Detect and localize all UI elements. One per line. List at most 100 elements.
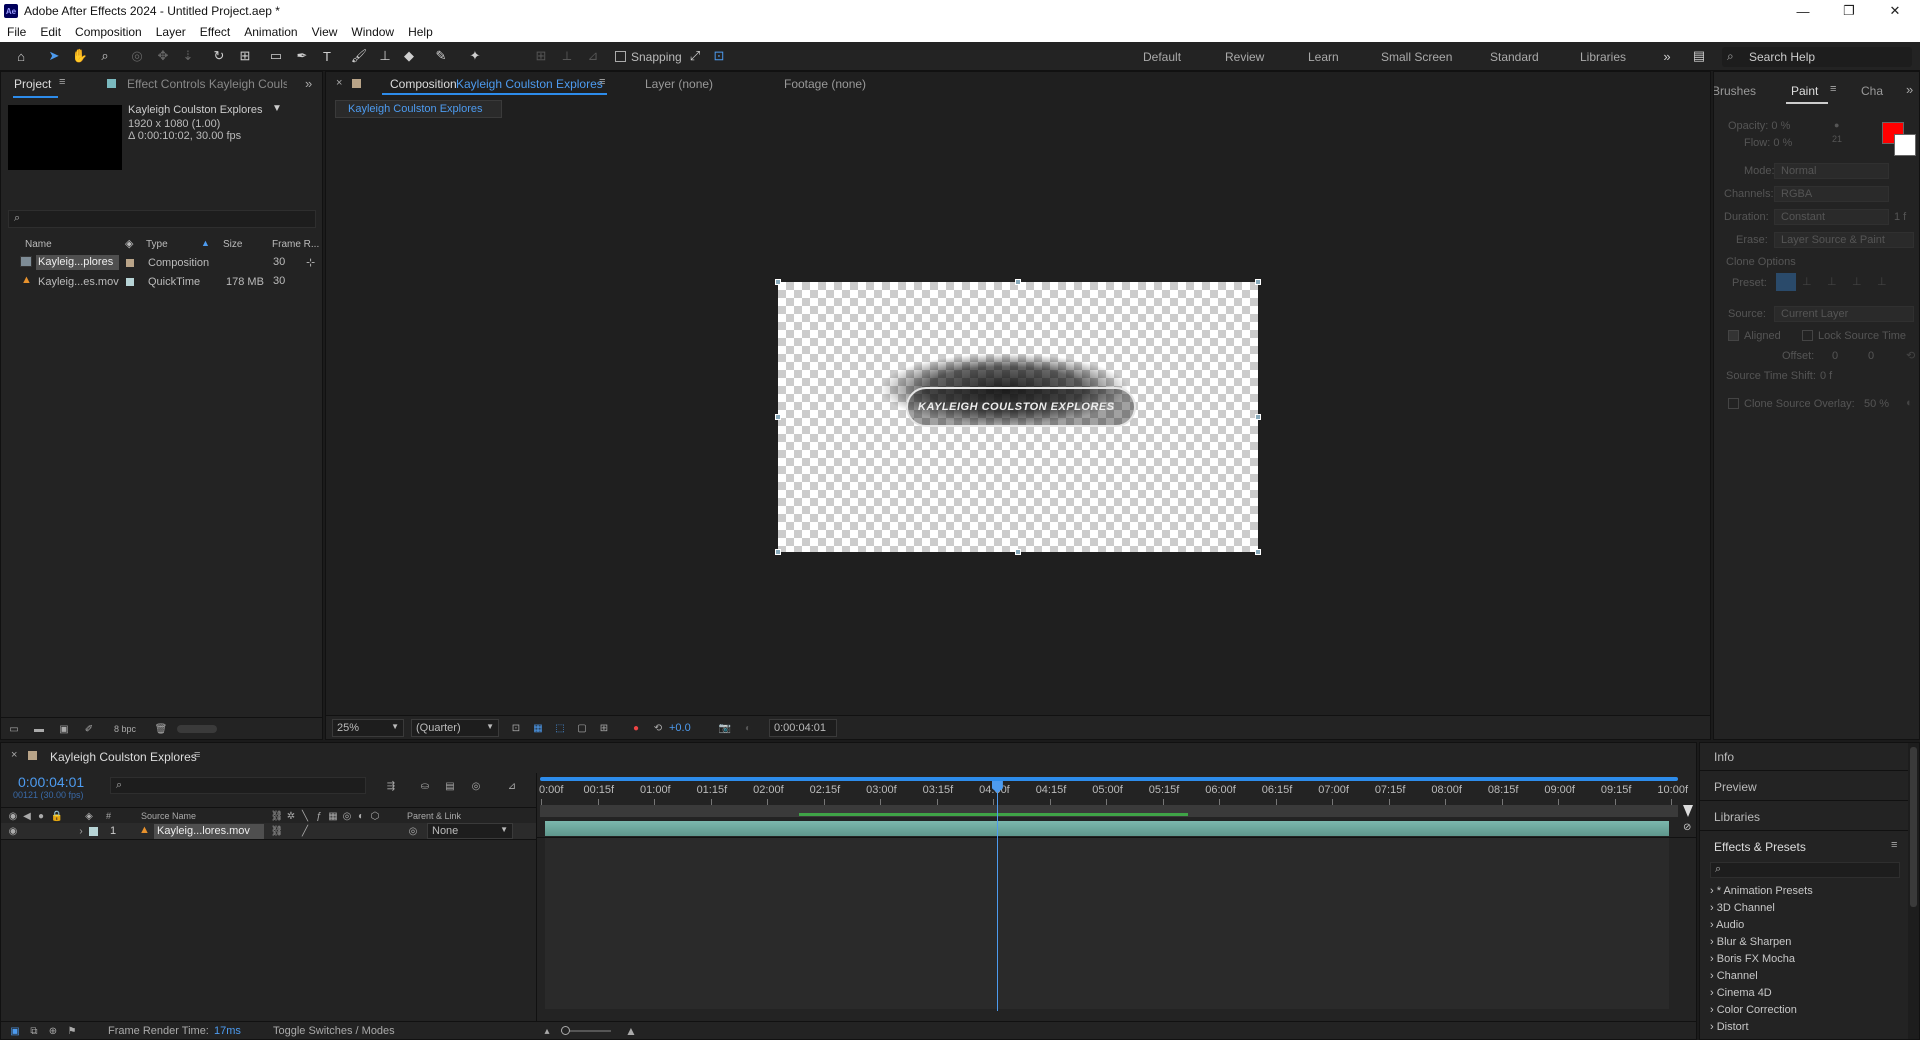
workspace-small-screen[interactable]: Small Screen: [1381, 50, 1452, 64]
quality-switch-icon[interactable]: ╲: [299, 810, 311, 822]
mask-visibility-icon[interactable]: ⬚: [554, 722, 566, 734]
interpret-footage-icon[interactable]: ▭: [8, 723, 20, 735]
transform-handle[interactable]: [1255, 549, 1261, 555]
transform-handle[interactable]: [1015, 549, 1021, 555]
column-source-name[interactable]: Source Name: [141, 811, 196, 821]
menu-view[interactable]: View: [312, 25, 338, 39]
tab-layer[interactable]: Layer (none): [645, 77, 713, 91]
background-color-swatch[interactable]: [1894, 134, 1916, 156]
timeline-search-input[interactable]: ⌕: [110, 777, 366, 794]
axis-icon[interactable]: ⟂: [558, 47, 576, 65]
video-visibility-icon[interactable]: ◉: [7, 810, 19, 822]
column-frame-rate[interactable]: Frame R...: [272, 239, 319, 250]
workspace-menu-icon[interactable]: ▤: [1690, 47, 1708, 65]
libraries-panel-tab[interactable]: Libraries: [1714, 810, 1760, 824]
clone-preset-3[interactable]: ⊥: [1827, 275, 1843, 289]
preview-panel-tab[interactable]: Preview: [1714, 780, 1757, 794]
layer-eye-icon[interactable]: ◉: [7, 825, 19, 837]
layer-expand-icon[interactable]: ›: [75, 825, 87, 837]
zoom-slider-knob[interactable]: [561, 1026, 570, 1035]
erase-dropdown[interactable]: Layer Source & Paint: [1774, 232, 1914, 248]
menu-animation[interactable]: Animation: [244, 25, 297, 39]
exposure-value[interactable]: +0.0: [669, 722, 691, 734]
effects-search-input[interactable]: ⌕: [1710, 862, 1900, 878]
frame-blend-switch-icon[interactable]: ▦: [327, 810, 339, 822]
column-size[interactable]: Size: [223, 239, 242, 250]
search-help-box[interactable]: ⌕ Search Help: [1722, 47, 1912, 67]
project-row-composition[interactable]: Kayleig...plores Composition 30 ⊹: [1, 255, 322, 272]
effects-category[interactable]: › Distort: [1710, 1021, 1749, 1033]
transform-handle[interactable]: [1255, 414, 1261, 420]
puppet-tool-icon[interactable]: ✦: [466, 47, 484, 65]
snapshot-camera-icon[interactable]: 📷: [719, 722, 731, 734]
tab-paint[interactable]: Paint: [1791, 84, 1818, 98]
project-row-footage[interactable]: ▲ Kayleig...es.mov QuickTime 178 MB 30: [1, 274, 322, 291]
frame-blending-icon[interactable]: ◎: [470, 780, 482, 792]
timeline-menu-icon[interactable]: ≡: [194, 749, 200, 761]
offset-x[interactable]: 0: [1832, 350, 1838, 362]
lock-source-time-checkbox[interactable]: [1802, 330, 1813, 341]
hand-tool-icon[interactable]: ✋: [71, 47, 89, 65]
restore-button[interactable]: ❐: [1826, 0, 1872, 22]
resolution-dropdown[interactable]: (Quarter) ▼: [411, 719, 499, 737]
close-button[interactable]: ✕: [1872, 0, 1918, 22]
panel-overflow-icon[interactable]: »: [1906, 82, 1913, 97]
layer-quality-icon[interactable]: ╱: [299, 825, 311, 837]
trash-icon[interactable]: 🗑: [155, 723, 168, 735]
adjustment-switch-icon[interactable]: ◐: [355, 810, 367, 822]
close-tab-icon[interactable]: ×: [336, 77, 342, 89]
duration-dropdown[interactable]: Constant: [1774, 209, 1889, 225]
comp-usage-dropdown-icon[interactable]: ▼: [272, 103, 282, 114]
channels-dropdown[interactable]: RGBA: [1774, 186, 1889, 202]
column-parent-link[interactable]: Parent & Link: [407, 811, 461, 821]
comp-breadcrumb[interactable]: Kayleigh Coulston Explores: [335, 100, 502, 118]
transform-handle[interactable]: [775, 549, 781, 555]
orbit-tool-icon[interactable]: ◎: [128, 47, 146, 65]
effects-category[interactable]: › Color Correction: [1710, 1004, 1797, 1016]
fx-switch-icon[interactable]: ƒ: [313, 810, 325, 822]
show-snapshot-icon[interactable]: ◐: [742, 722, 754, 734]
workspace-learn[interactable]: Learn: [1308, 50, 1339, 64]
toggle-switches-modes[interactable]: Toggle Switches / Modes: [273, 1025, 395, 1037]
column-type[interactable]: Type: [146, 239, 168, 250]
clone-stamp-tool-icon[interactable]: ⊥: [376, 47, 394, 65]
parent-dropdown[interactable]: None ▼: [427, 823, 513, 839]
scrollbar-thumb[interactable]: [1910, 747, 1917, 907]
tab-effect-controls[interactable]: Effect Controls Kayleigh Coulstc: [127, 77, 287, 91]
channels-icon[interactable]: ●: [630, 722, 642, 734]
menu-file[interactable]: File: [7, 25, 26, 39]
pick-whip-icon[interactable]: ◎: [407, 825, 419, 837]
thumbnail-size-slider[interactable]: [177, 725, 217, 733]
grid-guides-icon[interactable]: ⊞: [598, 722, 610, 734]
hide-shy-layers-icon[interactable]: ▤: [444, 780, 456, 792]
dolly-tool-icon[interactable]: ⇣: [179, 47, 197, 65]
comp-tab-name[interactable]: Kayleigh Coulston Explores: [456, 77, 603, 91]
clone-preset-4[interactable]: ⊥: [1852, 275, 1868, 289]
close-tab-icon[interactable]: ×: [11, 749, 17, 761]
expand-in-out-icon[interactable]: ⚑: [66, 1025, 78, 1037]
new-folder-icon[interactable]: ▬: [33, 723, 45, 735]
selection-tool-icon[interactable]: ➤: [45, 47, 63, 65]
pan-behind-tool-icon[interactable]: ⊞: [236, 47, 254, 65]
expand-switches-icon[interactable]: ⧉: [28, 1025, 40, 1037]
roto-brush-tool-icon[interactable]: ✎: [432, 47, 450, 65]
effects-category[interactable]: › Channel: [1710, 970, 1758, 982]
zoom-dropdown[interactable]: 25% ▼: [332, 719, 404, 737]
solo-icon[interactable]: ●: [35, 810, 47, 822]
snap-edges-icon[interactable]: ⤢: [686, 47, 704, 65]
scrollbar[interactable]: [1908, 743, 1919, 1039]
rectangle-tool-icon[interactable]: ▭: [267, 47, 285, 65]
eraser-tool-icon[interactable]: ◆: [400, 47, 418, 65]
shy-switch-icon[interactable]: ⛓: [271, 810, 284, 822]
clone-preset-2[interactable]: ⊥: [1802, 275, 1818, 289]
bit-depth-button[interactable]: 8 bpc: [114, 724, 136, 734]
panel-menu-icon[interactable]: ≡: [1891, 839, 1897, 851]
effects-presets-tab[interactable]: Effects & Presets: [1714, 840, 1806, 854]
workspace-default[interactable]: Default: [1143, 50, 1181, 64]
transform-handle[interactable]: [1015, 279, 1021, 285]
column-name[interactable]: Name: [25, 239, 52, 250]
effects-category[interactable]: › Cinema 4D: [1710, 987, 1772, 999]
zoom-in-icon[interactable]: ▲: [625, 1024, 637, 1038]
rotation-tool-icon[interactable]: ↻: [210, 47, 228, 65]
effects-category[interactable]: › Audio: [1710, 919, 1744, 931]
